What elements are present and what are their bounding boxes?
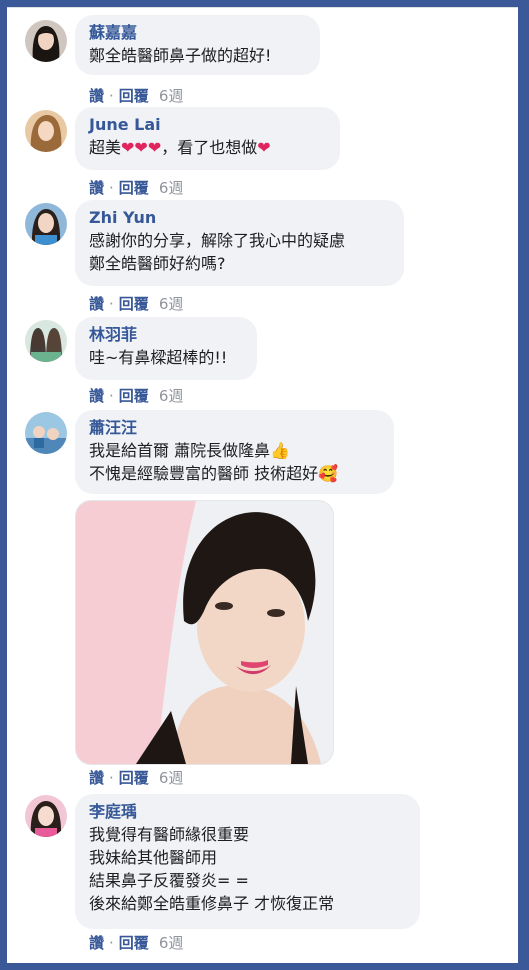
- comment-text: 結果鼻子反覆發炎= =: [89, 871, 249, 890]
- comment-text: 我妹給其他醫師用: [89, 848, 218, 867]
- comment-actions: 讚 · 回覆 6週: [89, 293, 183, 314]
- timestamp[interactable]: 6週: [159, 179, 184, 197]
- comment-text: 我是給首爾 蕭院長做隆鼻👍: [89, 439, 380, 462]
- avatar[interactable]: [25, 20, 67, 62]
- comment-bubble: 蕭汪汪 我是給首爾 蕭院長做隆鼻👍 不愧是經驗豐富的醫師 技術超好🥰: [75, 410, 394, 494]
- comment-bubble: June Lai 超美❤❤❤，看了也想做❤: [75, 107, 340, 170]
- author-name[interactable]: 李庭瑀: [89, 801, 406, 823]
- comment-actions: 讚 · 回覆 6週: [89, 177, 183, 198]
- like-button[interactable]: 讚: [89, 295, 104, 313]
- comment-text: 超美❤❤❤，看了也想做❤: [89, 136, 326, 159]
- separator-dot: ·: [109, 768, 114, 787]
- timestamp[interactable]: 6週: [159, 387, 184, 405]
- comment-text: 感謝你的分享，解除了我心中的疑慮: [89, 231, 346, 250]
- author-name[interactable]: 蕭汪汪: [89, 417, 380, 439]
- avatar[interactable]: [25, 320, 67, 362]
- text-part: 不愧是經驗豐富的醫師 技術超好: [89, 464, 319, 483]
- avatar[interactable]: [25, 110, 67, 152]
- author-name[interactable]: June Lai: [89, 114, 326, 136]
- comment-bubble: 李庭瑀 我覺得有醫師緣很重要 我妹給其他醫師用 結果鼻子反覆發炎= = 後來給鄭…: [75, 794, 420, 929]
- comment-actions: 讚 · 回覆 6週: [89, 385, 183, 406]
- author-name[interactable]: 蘇嘉嘉: [89, 22, 306, 44]
- separator-dot: ·: [109, 386, 114, 405]
- portrait-image: [76, 501, 333, 764]
- like-button[interactable]: 讚: [89, 387, 104, 405]
- reply-button[interactable]: 回覆: [119, 87, 149, 105]
- comment-text: 鄭全皓醫師鼻子做的超好!: [89, 46, 272, 65]
- reply-button[interactable]: 回覆: [119, 387, 149, 405]
- text-part: 超美: [89, 138, 122, 157]
- text-part: 我是給首爾 蕭院長做隆鼻: [89, 441, 271, 460]
- heart-emoji: ❤: [257, 138, 271, 157]
- reply-button[interactable]: 回覆: [119, 934, 149, 952]
- comment-bubble: 蘇嘉嘉 鄭全皓醫師鼻子做的超好!: [75, 15, 320, 75]
- like-button[interactable]: 讚: [89, 87, 104, 105]
- comment-bubble: Zhi Yun 感謝你的分享，解除了我心中的疑慮 鄭全皓醫師好約嗎?: [75, 200, 404, 286]
- comment-bubble: 林羽菲 哇~有鼻樑超棒的!!: [75, 317, 257, 380]
- author-name[interactable]: Zhi Yun: [89, 207, 390, 229]
- separator-dot: ·: [109, 178, 114, 197]
- avatar[interactable]: [25, 412, 67, 454]
- comments-panel: 蘇嘉嘉 鄭全皓醫師鼻子做的超好! 讚 · 回覆 6週 June Lai 超美❤❤❤，看…: [7, 7, 518, 963]
- reply-button[interactable]: 回覆: [119, 179, 149, 197]
- reply-button[interactable]: 回覆: [119, 295, 149, 313]
- comment-actions: 讚 · 回覆 6週: [89, 767, 183, 788]
- comment-text: 後來給鄭全皓重修鼻子 才恢復正常: [89, 894, 335, 913]
- timestamp[interactable]: 6週: [159, 769, 184, 787]
- separator-dot: ·: [109, 294, 114, 313]
- separator-dot: ·: [109, 86, 114, 105]
- comment-actions: 讚 · 回覆 6週: [89, 85, 183, 106]
- reply-button[interactable]: 回覆: [119, 769, 149, 787]
- like-button[interactable]: 讚: [89, 179, 104, 197]
- like-button[interactable]: 讚: [89, 769, 104, 787]
- like-button[interactable]: 讚: [89, 934, 104, 952]
- smiling-hearts-emoji: 🥰: [318, 464, 339, 483]
- text-part: ，看了也想做: [161, 138, 258, 157]
- thumbs-up-emoji: 👍: [270, 441, 291, 460]
- timestamp[interactable]: 6週: [159, 295, 184, 313]
- author-name[interactable]: 林羽菲: [89, 324, 243, 346]
- divider: [7, 7, 518, 8]
- avatar[interactable]: [25, 795, 67, 837]
- comment-actions: 讚 · 回覆 6週: [89, 932, 183, 953]
- avatar[interactable]: [25, 203, 67, 245]
- timestamp[interactable]: 6週: [159, 87, 184, 105]
- comment-text: 哇~有鼻樑超棒的!!: [89, 348, 228, 367]
- timestamp[interactable]: 6週: [159, 934, 184, 952]
- attached-photo[interactable]: [75, 500, 334, 765]
- heart-emoji: ❤❤❤: [121, 138, 162, 157]
- separator-dot: ·: [109, 933, 114, 952]
- comment-text: 不愧是經驗豐富的醫師 技術超好🥰: [89, 462, 380, 485]
- comment-text: 鄭全皓醫師好約嗎?: [89, 254, 226, 273]
- comment-text: 我覺得有醫師緣很重要: [89, 825, 250, 844]
